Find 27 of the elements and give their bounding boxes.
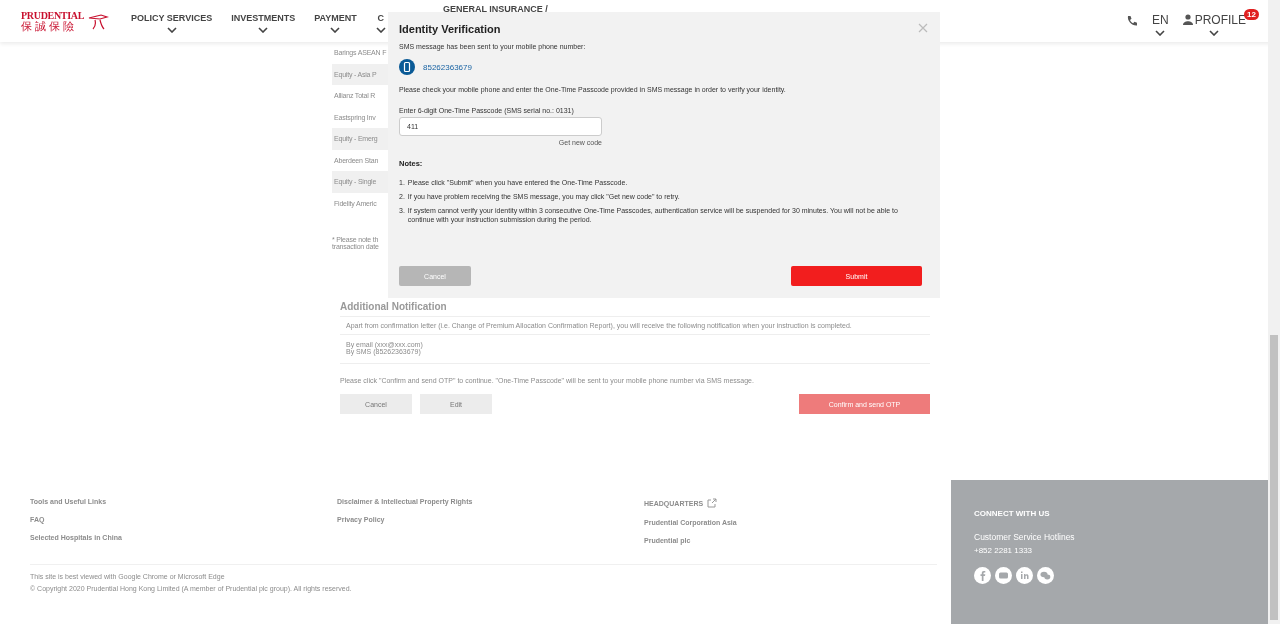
nav-menu[interactable]: POLICY SERVICES — [131, 13, 213, 23]
chevron-down-icon[interactable] — [1209, 29, 1220, 36]
scrollbar[interactable] — [1268, 0, 1280, 624]
connect-title: CONNECT WITH US — [974, 509, 1050, 518]
logo-text[interactable]: PRUDENTIAL — [21, 10, 85, 21]
chevron-down-icon[interactable] — [166, 27, 177, 33]
logo-chinese-text[interactable]: 保 誠 保 險 — [21, 21, 74, 32]
nav-menu[interactable]: INVESTMENTS — [231, 13, 296, 23]
phone-icon[interactable] — [1125, 15, 1138, 27]
chevron-down-icon[interactable] — [375, 27, 386, 33]
phone-number: 85262363679 — [423, 62, 472, 72]
user-icon[interactable] — [1182, 14, 1193, 25]
nav-menu[interactable]: PAYMENT — [314, 13, 357, 23]
hotline-number[interactable]: +852 2281 1333 — [974, 546, 1033, 555]
logo-figure-icon — [87, 12, 109, 30]
profile-menu[interactable]: PROFILE — [1194, 12, 1246, 27]
nav-menu[interactable]: C — [377, 13, 384, 23]
chevron-down-icon[interactable] — [1155, 29, 1166, 36]
notification-count-badge: 12 — [1244, 8, 1259, 20]
chevron-down-icon[interactable] — [258, 27, 269, 33]
mobile-phone-icon — [399, 59, 415, 75]
section-title: Additional Notification — [340, 301, 448, 312]
dialog-title: Identity Verification — [399, 23, 501, 35]
nav-menu[interactable]: GENERAL INSURANCE / — [443, 4, 548, 14]
language-menu[interactable]: EN — [1151, 12, 1169, 27]
hotline-label: Customer Service Hotlines — [974, 532, 1075, 542]
chevron-down-icon[interactable] — [330, 27, 341, 33]
